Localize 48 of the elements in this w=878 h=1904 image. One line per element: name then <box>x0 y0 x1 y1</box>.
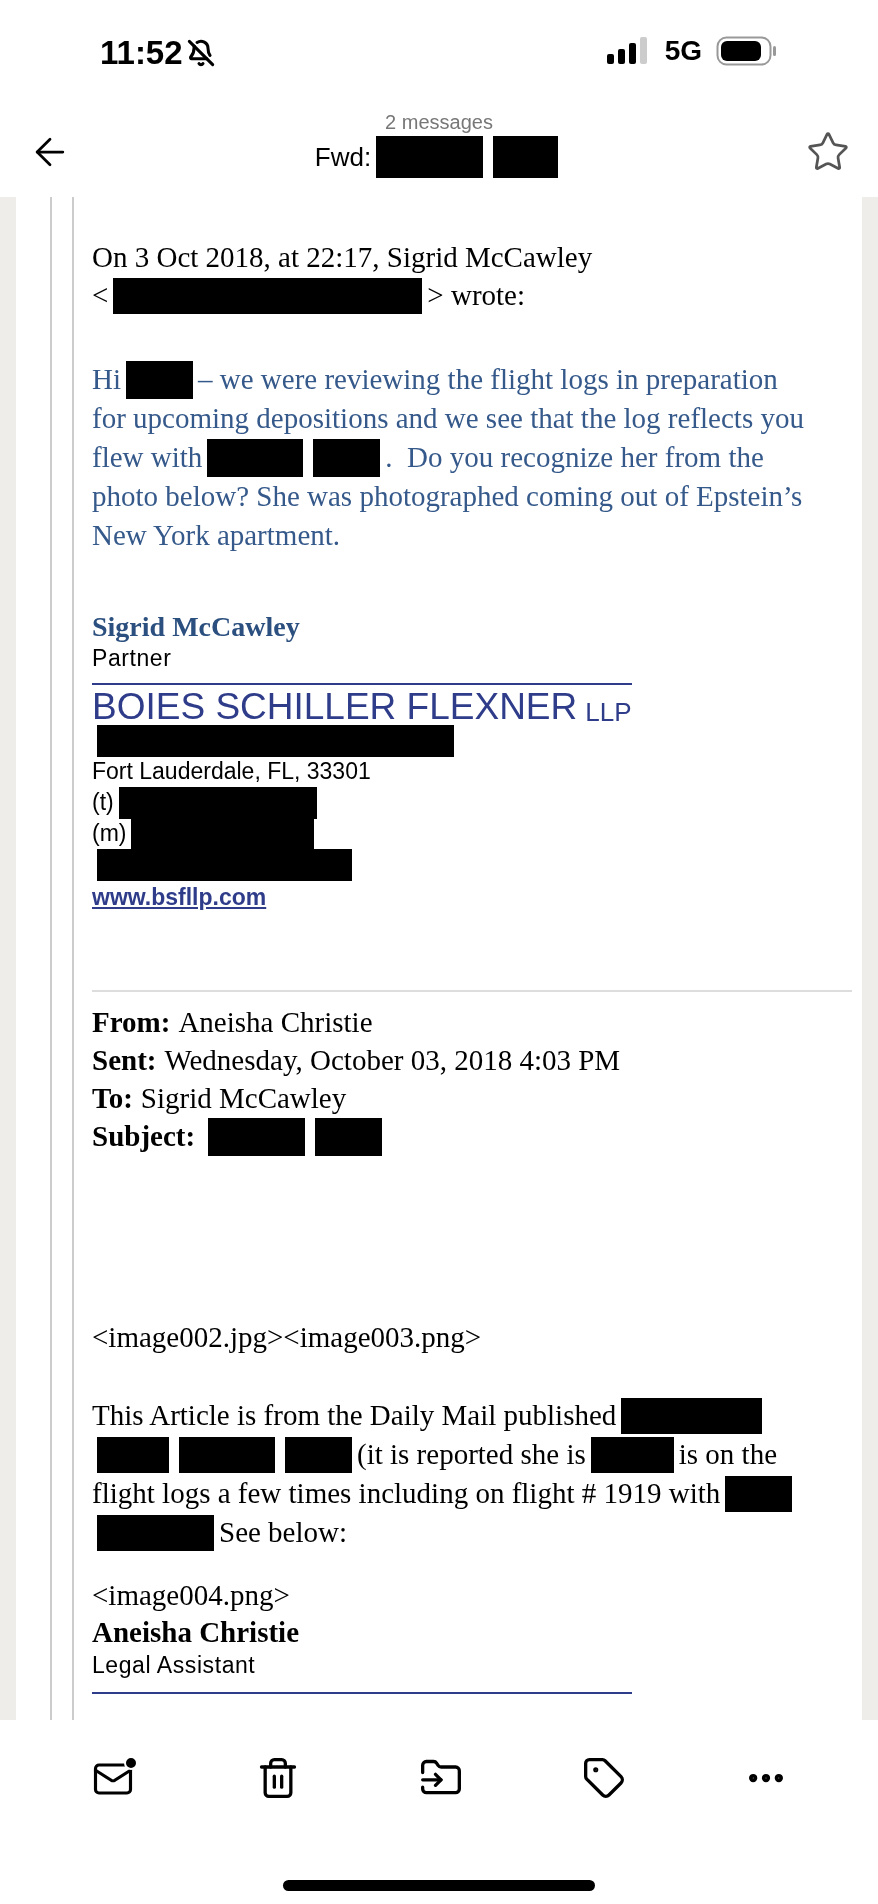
redaction-bar <box>285 1436 352 1473</box>
message-text: . Do you recognize her from the <box>385 439 764 475</box>
message-text: Hi <box>92 361 121 397</box>
field-label: From: <box>92 1005 171 1041</box>
message-text: On 3 Oct 2018, at 22:17, Sigrid McCawley <box>92 240 593 276</box>
field-label: Subject: <box>92 1119 196 1155</box>
redaction-bar <box>493 136 559 178</box>
attachments-text: <image002.jpg><image003.png> <box>92 1320 482 1355</box>
silent-icon <box>186 38 215 67</box>
message-text: for upcoming depositions and we see that the log reflects you <box>92 400 804 436</box>
message-text: > wrote: <box>427 278 526 314</box>
field-value: Sigrid McCawley <box>140 1081 347 1117</box>
field-value: Aneisha Christie <box>178 1005 373 1041</box>
redaction-bar <box>315 1118 383 1156</box>
field-value: Wednesday, October 03, 2018 4:03 PM <box>164 1043 621 1079</box>
status-time: 11:52 <box>100 36 183 69</box>
redaction-bar <box>97 1436 169 1473</box>
message-text: – we were reviewing the flight logs in preparation <box>198 361 778 397</box>
signature-title: Partner <box>92 644 173 673</box>
subject-title: Fwd: <box>314 140 372 174</box>
address-text: (m) <box>92 819 127 849</box>
message-text: This Article is from the Daily Mail published <box>92 1397 617 1433</box>
redaction-bar <box>126 360 193 399</box>
sender-name: Aneisha Christie <box>92 1615 300 1650</box>
message-text: photo below? She was photographed coming out of Epstein’s <box>92 478 803 514</box>
message-text: flight logs a few times including on flight # 1919 with <box>92 1475 721 1511</box>
battery-icon <box>716 36 778 66</box>
signature-name: Sigrid McCawley <box>92 611 301 643</box>
field-label: Sent: <box>92 1043 157 1079</box>
tag-button[interactable] <box>582 1756 626 1800</box>
field-label: To: <box>92 1081 133 1117</box>
message-text: See below: <box>219 1514 348 1550</box>
website-link[interactable]: www.bsfllp.com <box>92 882 267 912</box>
attachments-text: <image004.png> <box>92 1578 290 1613</box>
address-text: (t) <box>92 788 114 818</box>
firm-suffix: LLP <box>585 699 632 725</box>
message-text: flew with <box>92 439 203 475</box>
redaction-bar <box>313 438 381 477</box>
firm-name: BOIES SCHILLER FLEXNER <box>92 688 578 725</box>
address-text: Fort Lauderdale, FL, 33301 <box>92 757 371 787</box>
message-text: < <box>92 278 109 314</box>
message-text: is on the <box>678 1436 777 1472</box>
network-label: 5G <box>664 37 702 65</box>
message-text: (it is reported she is <box>357 1436 586 1472</box>
redaction-bar <box>725 1475 793 1512</box>
message-text: New York apartment. <box>92 517 341 553</box>
sender-title: Legal Assistant <box>92 1651 256 1680</box>
message-count: 2 messages <box>385 110 493 134</box>
